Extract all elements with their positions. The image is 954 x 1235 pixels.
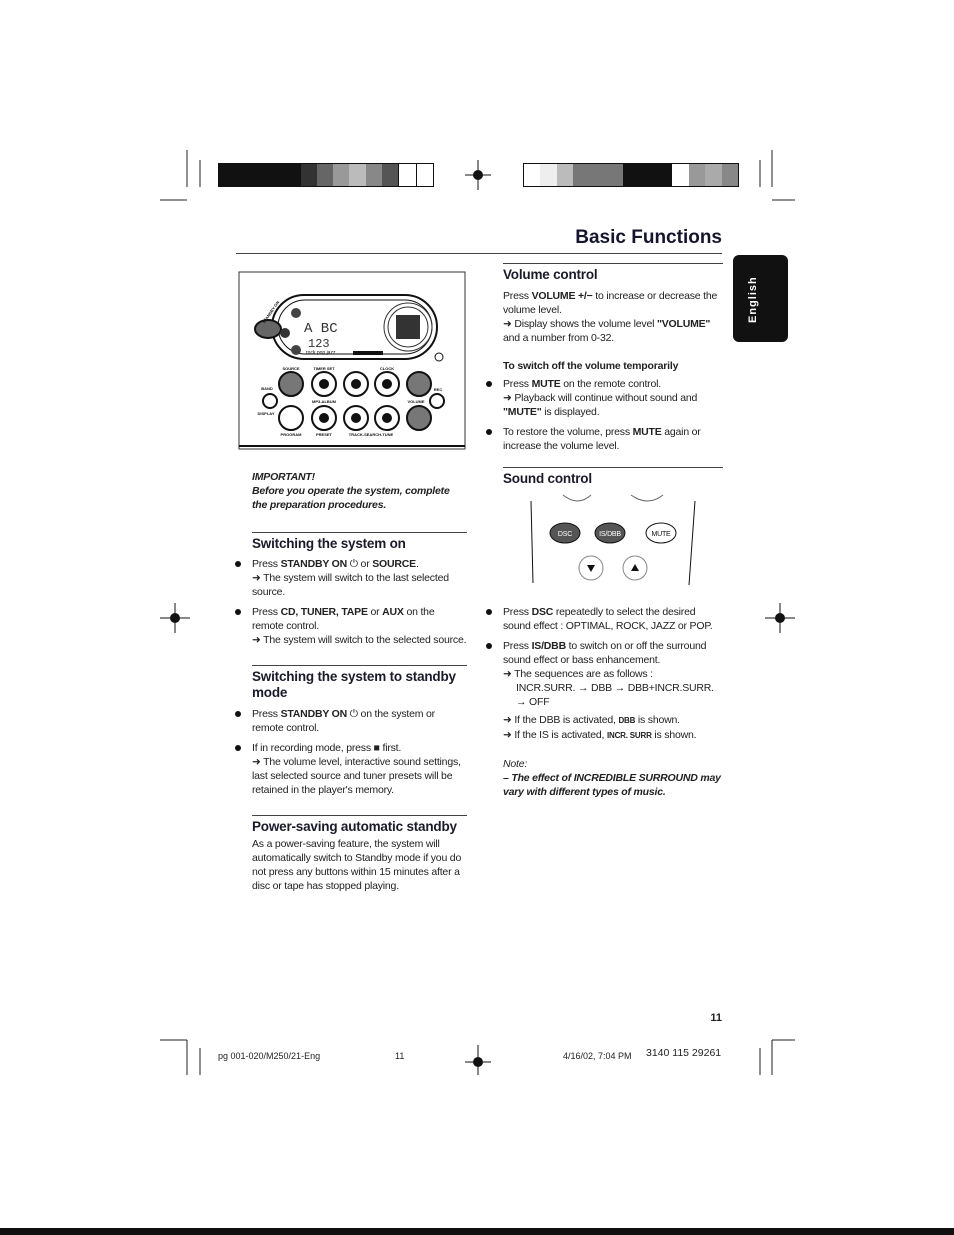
- label-source: SOURCE: [282, 366, 299, 371]
- label-band: BAND: [261, 386, 273, 391]
- display-text-digits: 123: [308, 337, 330, 351]
- label-preset: PRESET: [316, 432, 333, 437]
- list-item: Press STANDBY ON ⏻ on the system or remo…: [235, 707, 467, 735]
- page-number: 11: [710, 1012, 722, 1024]
- footer-file: pg 001-020/M250/21-Eng: [218, 1051, 321, 1061]
- label-clock: CLOCK: [380, 366, 394, 371]
- label-mp3-album: MP3-ALBUM: [312, 399, 337, 404]
- heading-switching-on: Switching the system on: [252, 536, 406, 551]
- manual-page: { "header":{"title":"Basic Functions","l…: [0, 0, 954, 1235]
- list-item: If in recording mode, press ■ first. ➜ Th…: [235, 741, 467, 797]
- note-label: Note:: [503, 758, 528, 770]
- remote-illustration: DSC IS/DBB MUTE: [530, 494, 696, 586]
- heading-volume: Volume control: [503, 267, 598, 282]
- label-display: DISPLAY: [258, 411, 275, 416]
- isdbb-button-label: IS/DBB: [599, 531, 621, 538]
- crop-marks: [160, 150, 795, 1075]
- list-item: Press CD, TUNER, TAPE or AUX on the remo…: [235, 606, 467, 646]
- footer-date: 4/16/02, 7:04 PM: [563, 1051, 632, 1061]
- important-label: IMPORTANT!: [252, 471, 315, 483]
- language-tab: English: [733, 255, 788, 342]
- mute-button-label: MUTE: [651, 531, 671, 538]
- volume-text: Press VOLUME +/− to increase or decrease…: [503, 290, 718, 344]
- list-item: Press MUTE on the remote control. ➜ Playb…: [486, 377, 723, 419]
- note-text: – The effect of INCREDIBLE SURROUND may …: [503, 772, 721, 798]
- page-title: Basic Functions: [575, 227, 722, 248]
- display-text-sound-modes: rock pop jazz: [306, 350, 336, 356]
- heading-sound: Sound control: [503, 471, 592, 486]
- power-saving-text: As a power-saving feature, the system wi…: [252, 838, 462, 892]
- list-item: Press IS/DBB to switch on or off the sur…: [486, 639, 723, 709]
- heading-power-saving: Power-saving automatic standby: [252, 819, 457, 834]
- list-item: Press DSC repeatedly to select the desir…: [486, 605, 723, 633]
- heading-standby: Switching the system to standby mode: [252, 669, 456, 700]
- display-text-letters: A BC: [304, 321, 338, 337]
- label-volume: VOLUME: [407, 399, 424, 404]
- dsc-button-label: DSC: [558, 531, 572, 538]
- device-panel-illustration: A BC 123 rock pop jazz SOURCE TIMER SET …: [238, 271, 466, 450]
- label-timer-set: TIMER SET: [313, 366, 335, 371]
- list-item: To restore the volume, press MUTE again …: [486, 425, 723, 453]
- label-track-search-tune: TRACK-SEARCH-TUNE: [349, 432, 394, 437]
- label-program: PROGRAM: [281, 432, 303, 437]
- footer-page: 11: [395, 1051, 405, 1061]
- important-text: Before you operate the system, complete …: [252, 485, 450, 511]
- subheading-mute: To switch off the volume temporarily: [503, 360, 679, 372]
- footer-code: 3140 115 29261: [646, 1047, 722, 1059]
- language-label: English: [747, 276, 759, 323]
- label-rec: REC: [434, 387, 443, 392]
- title-rule: [236, 253, 722, 254]
- list-item: Press STANDBY ON ⏻ or SOURCE. ➜ The syste…: [235, 557, 467, 599]
- scan-edge-bar: [0, 1228, 954, 1235]
